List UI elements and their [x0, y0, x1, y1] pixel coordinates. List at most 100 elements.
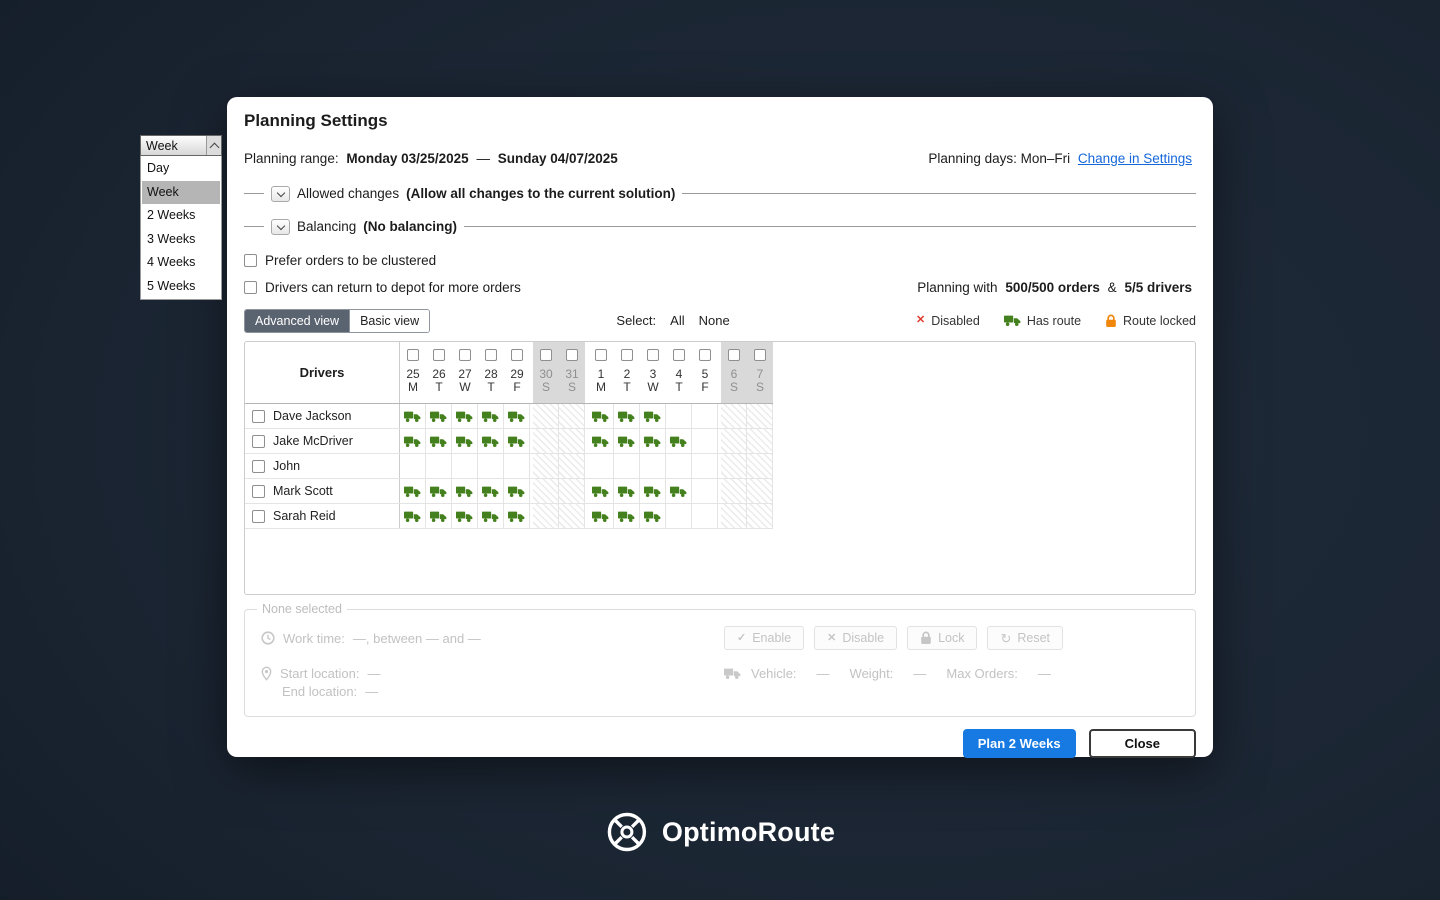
balancing-expand-button[interactable] — [271, 218, 290, 235]
schedule-cell[interactable] — [504, 429, 530, 453]
dropdown-option-day[interactable]: Day — [142, 157, 220, 181]
dropdown-option-5-weeks[interactable]: 5 Weeks — [142, 275, 220, 299]
schedule-cell[interactable] — [559, 404, 585, 428]
allowed-changes-expand-button[interactable] — [271, 185, 290, 202]
schedule-cell[interactable] — [400, 504, 426, 528]
schedule-cell[interactable] — [452, 429, 478, 453]
schedule-cell[interactable] — [640, 504, 666, 528]
select-all-link[interactable]: All — [670, 313, 684, 328]
schedule-cell[interactable] — [692, 404, 718, 428]
schedule-cell[interactable] — [614, 504, 640, 528]
day-select-checkbox[interactable] — [595, 349, 607, 361]
schedule-cell[interactable] — [614, 429, 640, 453]
day-select-checkbox[interactable] — [433, 349, 445, 361]
schedule-cell[interactable] — [559, 479, 585, 503]
schedule-cell[interactable] — [721, 504, 747, 528]
schedule-cell[interactable] — [666, 429, 692, 453]
schedule-cell[interactable] — [666, 454, 692, 478]
schedule-cell[interactable] — [588, 479, 614, 503]
schedule-cell[interactable] — [478, 429, 504, 453]
schedule-cell[interactable] — [504, 479, 530, 503]
close-button[interactable]: Close — [1088, 729, 1196, 758]
schedule-cell[interactable] — [747, 479, 773, 503]
change-in-settings-link[interactable]: Change in Settings — [1078, 151, 1192, 166]
day-select-checkbox[interactable] — [754, 349, 766, 361]
schedule-cell[interactable] — [588, 404, 614, 428]
driver-select-checkbox[interactable] — [252, 484, 265, 498]
day-select-checkbox[interactable] — [459, 349, 471, 361]
schedule-cell[interactable] — [640, 479, 666, 503]
schedule-cell[interactable] — [559, 429, 585, 453]
day-select-checkbox[interactable] — [728, 349, 740, 361]
schedule-cell[interactable] — [692, 479, 718, 503]
lock-button[interactable]: Lock — [907, 626, 978, 650]
day-select-checkbox[interactable] — [566, 349, 578, 361]
schedule-cell[interactable] — [747, 504, 773, 528]
schedule-cell[interactable] — [747, 454, 773, 478]
schedule-cell[interactable] — [452, 479, 478, 503]
schedule-cell[interactable] — [533, 404, 559, 428]
schedule-cell[interactable] — [533, 504, 559, 528]
schedule-cell[interactable] — [478, 504, 504, 528]
dropdown-option-week[interactable]: Week — [142, 180, 220, 204]
driver-select-checkbox[interactable] — [252, 509, 265, 523]
schedule-cell[interactable] — [452, 454, 478, 478]
schedule-cell[interactable] — [640, 429, 666, 453]
schedule-cell[interactable] — [559, 504, 585, 528]
day-select-checkbox[interactable] — [647, 349, 659, 361]
schedule-cell[interactable] — [400, 404, 426, 428]
schedule-cell[interactable] — [721, 404, 747, 428]
cluster-orders-checkbox[interactable] — [244, 253, 257, 267]
day-select-checkbox[interactable] — [511, 349, 523, 361]
enable-button[interactable]: ✓ Enable — [724, 626, 805, 650]
schedule-cell[interactable] — [478, 479, 504, 503]
tab-advanced-view[interactable]: Advanced view — [245, 309, 350, 332]
schedule-cell[interactable] — [721, 429, 747, 453]
schedule-cell[interactable] — [692, 454, 718, 478]
schedule-cell[interactable] — [400, 454, 426, 478]
schedule-cell[interactable] — [478, 404, 504, 428]
driver-select-checkbox[interactable] — [252, 409, 265, 423]
day-select-checkbox[interactable] — [673, 349, 685, 361]
schedule-cell[interactable] — [426, 429, 452, 453]
schedule-cell[interactable] — [666, 504, 692, 528]
schedule-cell[interactable] — [452, 504, 478, 528]
reset-button[interactable]: ↻ Reset — [987, 626, 1064, 650]
schedule-cell[interactable] — [504, 454, 530, 478]
schedule-cell[interactable] — [504, 404, 530, 428]
schedule-cell[interactable] — [426, 479, 452, 503]
disable-button[interactable]: ✕ Disable — [814, 626, 898, 650]
day-select-checkbox[interactable] — [407, 349, 419, 361]
schedule-cell[interactable] — [400, 429, 426, 453]
schedule-cell[interactable] — [692, 504, 718, 528]
schedule-cell[interactable] — [559, 454, 585, 478]
schedule-cell[interactable] — [588, 454, 614, 478]
schedule-cell[interactable] — [721, 479, 747, 503]
schedule-cell[interactable] — [666, 479, 692, 503]
schedule-cell[interactable] — [588, 504, 614, 528]
schedule-cell[interactable] — [692, 429, 718, 453]
schedule-cell[interactable] — [478, 454, 504, 478]
schedule-cell[interactable] — [533, 429, 559, 453]
schedule-cell[interactable] — [426, 404, 452, 428]
driver-select-checkbox[interactable] — [252, 434, 265, 448]
tab-basic-view[interactable]: Basic view — [349, 309, 430, 332]
day-select-checkbox[interactable] — [699, 349, 711, 361]
schedule-cell[interactable] — [614, 479, 640, 503]
select-none-link[interactable]: None — [699, 313, 730, 328]
schedule-cell[interactable] — [533, 479, 559, 503]
schedule-cell[interactable] — [533, 454, 559, 478]
schedule-cell[interactable] — [504, 504, 530, 528]
schedule-cell[interactable] — [400, 479, 426, 503]
schedule-cell[interactable] — [614, 454, 640, 478]
schedule-cell[interactable] — [452, 404, 478, 428]
schedule-cell[interactable] — [640, 454, 666, 478]
schedule-cell[interactable] — [747, 429, 773, 453]
schedule-cell[interactable] — [666, 404, 692, 428]
plan-2-weeks-button[interactable]: Plan 2 Weeks — [962, 729, 1076, 758]
duration-select[interactable]: Week — [140, 135, 222, 156]
schedule-cell[interactable] — [426, 454, 452, 478]
schedule-cell[interactable] — [747, 404, 773, 428]
day-select-checkbox[interactable] — [485, 349, 497, 361]
schedule-cell[interactable] — [640, 404, 666, 428]
